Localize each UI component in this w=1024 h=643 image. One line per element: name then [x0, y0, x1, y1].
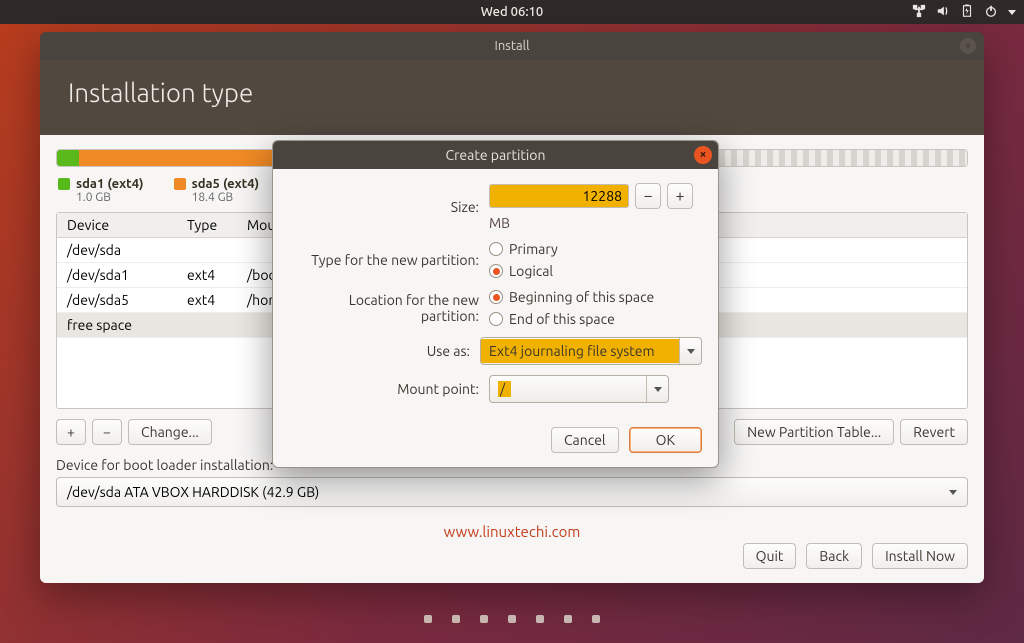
new-partition-table-button[interactable]: New Partition Table... — [734, 419, 894, 445]
remove-partition-button[interactable]: − — [92, 419, 122, 445]
clock-label: Wed 06:10 — [481, 5, 543, 19]
bootloader-select[interactable]: /dev/sda ATA VBOX HARDDISK (42.9 GB) — [56, 477, 968, 507]
radio-primary[interactable]: Primary — [489, 241, 558, 257]
chevron-down-icon — [646, 376, 668, 402]
size-input[interactable] — [489, 184, 629, 208]
menu-chevron-icon[interactable] — [1008, 10, 1016, 15]
dot[interactable] — [508, 615, 516, 623]
bootloader-value: /dev/sda ATA VBOX HARDDISK (42.9 GB) — [67, 484, 319, 500]
chevron-down-icon — [679, 338, 701, 364]
dot[interactable] — [424, 615, 432, 623]
legend-swatch — [174, 178, 186, 190]
legend-swatch — [58, 178, 70, 190]
use-as-label: Use as: — [289, 343, 480, 359]
watermark-text: www.linuxtechi.com — [56, 523, 968, 540]
launcher-dots — [0, 615, 1024, 623]
legend-size: 18.4 GB — [192, 191, 260, 204]
use-as-value: Ext4 journaling file system — [481, 339, 679, 363]
size-increment-button[interactable]: + — [667, 183, 693, 209]
create-partition-dialog: Create partition × Size: − + MB Type for… — [272, 140, 719, 468]
volume-icon[interactable] — [936, 4, 950, 21]
dialog-titlebar: Create partition × — [273, 141, 718, 169]
back-button[interactable]: Back — [806, 543, 862, 569]
page-title: Installation type — [40, 60, 984, 135]
use-as-select[interactable]: Ext4 journaling file system — [480, 337, 702, 365]
legend-size: 1.0 GB — [76, 191, 144, 204]
mount-point-value: / — [498, 381, 511, 397]
size-unit: MB — [489, 215, 510, 231]
battery-icon[interactable] — [960, 4, 974, 21]
session-icon[interactable] — [984, 4, 998, 21]
legend-name: sda1 (ext4) — [76, 177, 144, 191]
network-icon[interactable] — [912, 4, 926, 21]
radio-logical[interactable]: Logical — [489, 263, 553, 279]
mount-point-label: Mount point: — [289, 381, 489, 397]
change-partition-button[interactable]: Change... — [128, 419, 212, 445]
col-type[interactable]: Type — [177, 213, 237, 237]
size-decrement-button[interactable]: − — [635, 183, 661, 209]
radio-end[interactable]: End of this space — [489, 311, 615, 327]
footer-buttons: Quit Back Install Now — [743, 543, 968, 569]
window-titlebar: Install × — [40, 32, 984, 60]
install-now-button[interactable]: Install Now — [872, 543, 968, 569]
radio-beginning[interactable]: Beginning of this space — [489, 289, 654, 305]
partition-type-label: Type for the new partition: — [289, 252, 489, 268]
system-tray — [912, 0, 1016, 24]
window-close-icon[interactable]: × — [960, 38, 976, 54]
partition-seg-sda1[interactable] — [57, 150, 79, 166]
size-label: Size: — [289, 199, 489, 215]
legend-name: sda5 (ext4) — [192, 177, 260, 191]
quit-button[interactable]: Quit — [743, 543, 797, 569]
dot[interactable] — [480, 615, 488, 623]
col-device[interactable]: Device — [57, 213, 177, 237]
window-title: Install — [495, 39, 530, 53]
dot[interactable] — [452, 615, 460, 623]
ok-button[interactable]: OK — [629, 427, 702, 453]
chevron-down-icon — [949, 490, 957, 495]
add-partition-button[interactable]: + — [56, 419, 86, 445]
dialog-title: Create partition — [446, 147, 546, 163]
desktop-topbar: Wed 06:10 — [0, 0, 1024, 24]
partition-location-label: Location for the new partition: — [289, 292, 489, 324]
dot[interactable] — [564, 615, 572, 623]
dot[interactable] — [592, 615, 600, 623]
mount-point-select[interactable]: / — [489, 375, 669, 403]
dot[interactable] — [536, 615, 544, 623]
cancel-button[interactable]: Cancel — [551, 427, 619, 453]
dialog-close-icon[interactable]: × — [694, 146, 712, 164]
revert-button[interactable]: Revert — [900, 419, 968, 445]
